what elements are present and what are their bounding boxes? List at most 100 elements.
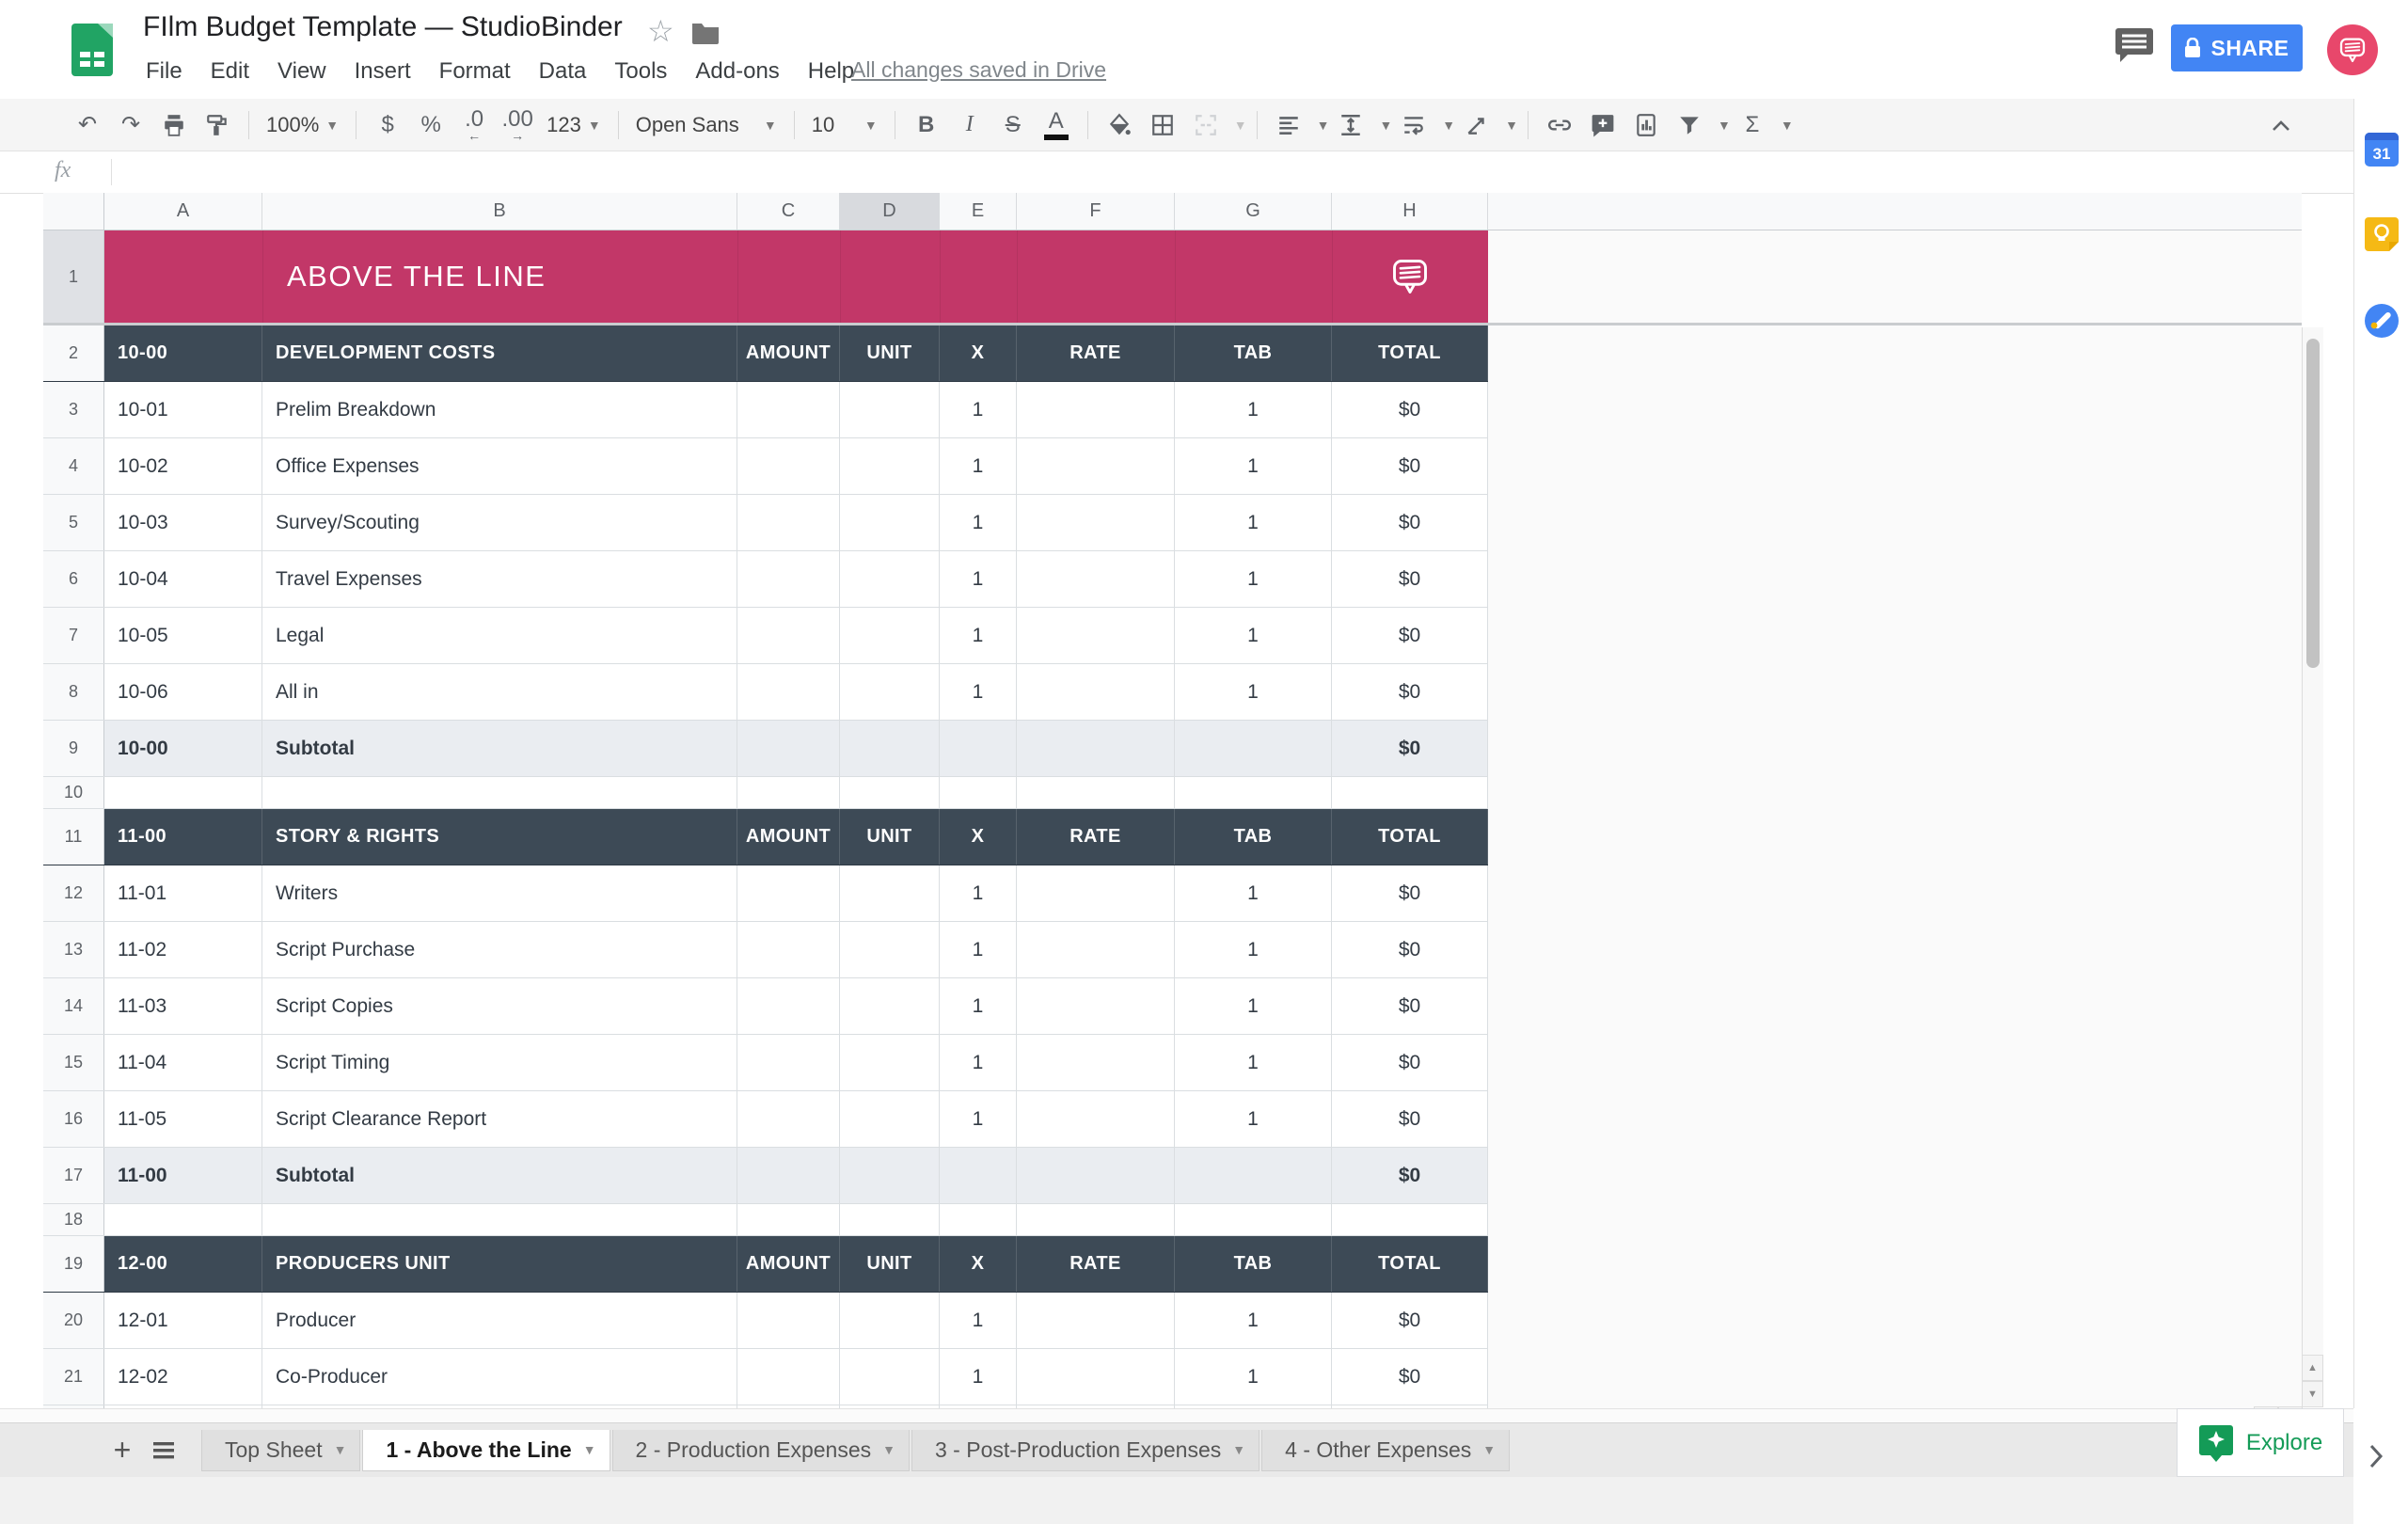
cell-D10[interactable] <box>840 777 940 808</box>
banner-above-the-line[interactable]: ABOVE THE LINE <box>104 230 1488 323</box>
cell-F11[interactable]: RATE <box>1017 809 1175 865</box>
number-format-select[interactable]: 123▼ <box>539 105 609 145</box>
cell-G17[interactable] <box>1175 1148 1332 1203</box>
menu-insert[interactable]: Insert <box>341 53 425 90</box>
menu-view[interactable]: View <box>263 53 341 90</box>
cell-E4[interactable]: 1 <box>940 438 1017 494</box>
cell-A11[interactable]: 11-00 <box>104 809 262 865</box>
column-header-C[interactable]: C <box>737 193 840 230</box>
sheets-logo-icon[interactable] <box>71 23 114 77</box>
row-header-4[interactable]: 4 <box>43 438 104 494</box>
borders-button[interactable] <box>1141 105 1184 145</box>
cell-F14[interactable] <box>1017 978 1175 1034</box>
row-header-2[interactable]: 2 <box>43 325 104 381</box>
cell-F15[interactable] <box>1017 1035 1175 1090</box>
menu-format[interactable]: Format <box>425 53 525 90</box>
row-header-9[interactable]: 9 <box>43 721 104 776</box>
cell-H12[interactable]: $0 <box>1332 865 1488 921</box>
cell-D3[interactable] <box>840 382 940 437</box>
cell-A15[interactable]: 11-04 <box>104 1035 262 1090</box>
cell-B18[interactable] <box>262 1204 737 1235</box>
text-wrap-dropdown[interactable]: ▼ <box>1442 118 1455 133</box>
share-button[interactable]: SHARE <box>2171 24 2303 71</box>
cell-B11[interactable]: STORY & RIGHTS <box>262 809 737 865</box>
cell-D9[interactable] <box>840 721 940 776</box>
insert-comment-button[interactable] <box>1581 105 1624 145</box>
cell-A10[interactable] <box>104 777 262 808</box>
cell-G20[interactable]: 1 <box>1175 1293 1332 1348</box>
keep-icon[interactable] <box>2365 217 2399 251</box>
cell-E21[interactable]: 1 <box>940 1349 1017 1405</box>
cell-H13[interactable]: $0 <box>1332 922 1488 977</box>
cell-C21[interactable] <box>737 1349 840 1405</box>
sheet-tab-4-other-expenses[interactable]: 4 - Other Expenses▼ <box>1261 1430 1510 1471</box>
row-header-18[interactable]: 18 <box>43 1204 104 1235</box>
cell-A4[interactable]: 10-02 <box>104 438 262 494</box>
cell-C5[interactable] <box>737 495 840 550</box>
cell-A20[interactable]: 12-01 <box>104 1293 262 1348</box>
sheet-tab-menu-icon[interactable]: ▼ <box>882 1442 895 1457</box>
cell-H20[interactable]: $0 <box>1332 1293 1488 1348</box>
cell-H9[interactable]: $0 <box>1332 721 1488 776</box>
cell-C8[interactable] <box>737 664 840 720</box>
cell-B10[interactable] <box>262 777 737 808</box>
select-all-corner[interactable] <box>43 193 104 230</box>
cell-E14[interactable]: 1 <box>940 978 1017 1034</box>
format-currency-button[interactable]: $ <box>366 105 409 145</box>
cell-G18[interactable] <box>1175 1204 1332 1235</box>
cell-D16[interactable] <box>840 1091 940 1147</box>
cell-A16[interactable]: 11-05 <box>104 1091 262 1147</box>
cell-H17[interactable]: $0 <box>1332 1148 1488 1203</box>
fill-color-button[interactable] <box>1098 105 1141 145</box>
filter-dropdown[interactable]: ▼ <box>1718 118 1731 133</box>
cell-C10[interactable] <box>737 777 840 808</box>
sheet-tab-top-sheet[interactable]: Top Sheet▼ <box>201 1430 360 1471</box>
row-header-5[interactable]: 5 <box>43 495 104 550</box>
column-header-H[interactable]: H <box>1332 193 1488 230</box>
row-header-21[interactable]: 21 <box>43 1349 104 1405</box>
merge-dropdown[interactable]: ▼ <box>1234 118 1247 133</box>
decrease-decimal-button[interactable]: .0← <box>452 105 496 145</box>
cell-H7[interactable]: $0 <box>1332 608 1488 663</box>
cell-F12[interactable] <box>1017 865 1175 921</box>
text-color-button[interactable]: A <box>1035 105 1078 145</box>
cell-B6[interactable]: Travel Expenses <box>262 551 737 607</box>
account-avatar[interactable] <box>2327 24 2378 75</box>
cell-D8[interactable] <box>840 664 940 720</box>
row-header-14[interactable]: 14 <box>43 978 104 1034</box>
sheet-tab-3-post-production-expenses[interactable]: 3 - Post-Production Expenses▼ <box>911 1430 1259 1471</box>
cell-D5[interactable] <box>840 495 940 550</box>
cell-H5[interactable]: $0 <box>1332 495 1488 550</box>
cell-H4[interactable]: $0 <box>1332 438 1488 494</box>
row-header-20[interactable]: 20 <box>43 1293 104 1348</box>
menu-edit[interactable]: Edit <box>197 53 263 90</box>
cell-H6[interactable]: $0 <box>1332 551 1488 607</box>
tasks-icon[interactable] <box>2365 304 2399 338</box>
strikethrough-button[interactable]: S <box>991 105 1035 145</box>
cell-G12[interactable]: 1 <box>1175 865 1332 921</box>
row-header-7[interactable]: 7 <box>43 608 104 663</box>
redo-button[interactable]: ↷ <box>109 105 152 145</box>
cell-C11[interactable]: AMOUNT <box>737 809 840 865</box>
horizontal-align-dropdown[interactable]: ▼ <box>1317 118 1330 133</box>
cell-F5[interactable] <box>1017 495 1175 550</box>
cell-E12[interactable]: 1 <box>940 865 1017 921</box>
merge-cells-button[interactable] <box>1184 105 1228 145</box>
cell-B20[interactable]: Producer <box>262 1293 737 1348</box>
document-title[interactable]: FIlm Budget Template — StudioBinder <box>143 11 623 43</box>
cell-E5[interactable]: 1 <box>940 495 1017 550</box>
column-header-D[interactable]: D <box>840 193 940 230</box>
cell-E8[interactable]: 1 <box>940 664 1017 720</box>
cell-A6[interactable]: 10-04 <box>104 551 262 607</box>
cell-F7[interactable] <box>1017 608 1175 663</box>
cell-E16[interactable]: 1 <box>940 1091 1017 1147</box>
cell-E2[interactable]: X <box>940 325 1017 381</box>
comments-icon[interactable] <box>2115 26 2154 69</box>
cell-A7[interactable]: 10-05 <box>104 608 262 663</box>
filter-button[interactable] <box>1668 105 1711 145</box>
cell-H3[interactable]: $0 <box>1332 382 1488 437</box>
row-header-13[interactable]: 13 <box>43 922 104 977</box>
scroll-up-button[interactable]: ▲ <box>2302 1355 2323 1381</box>
row-header-8[interactable]: 8 <box>43 664 104 720</box>
print-button[interactable] <box>152 105 196 145</box>
